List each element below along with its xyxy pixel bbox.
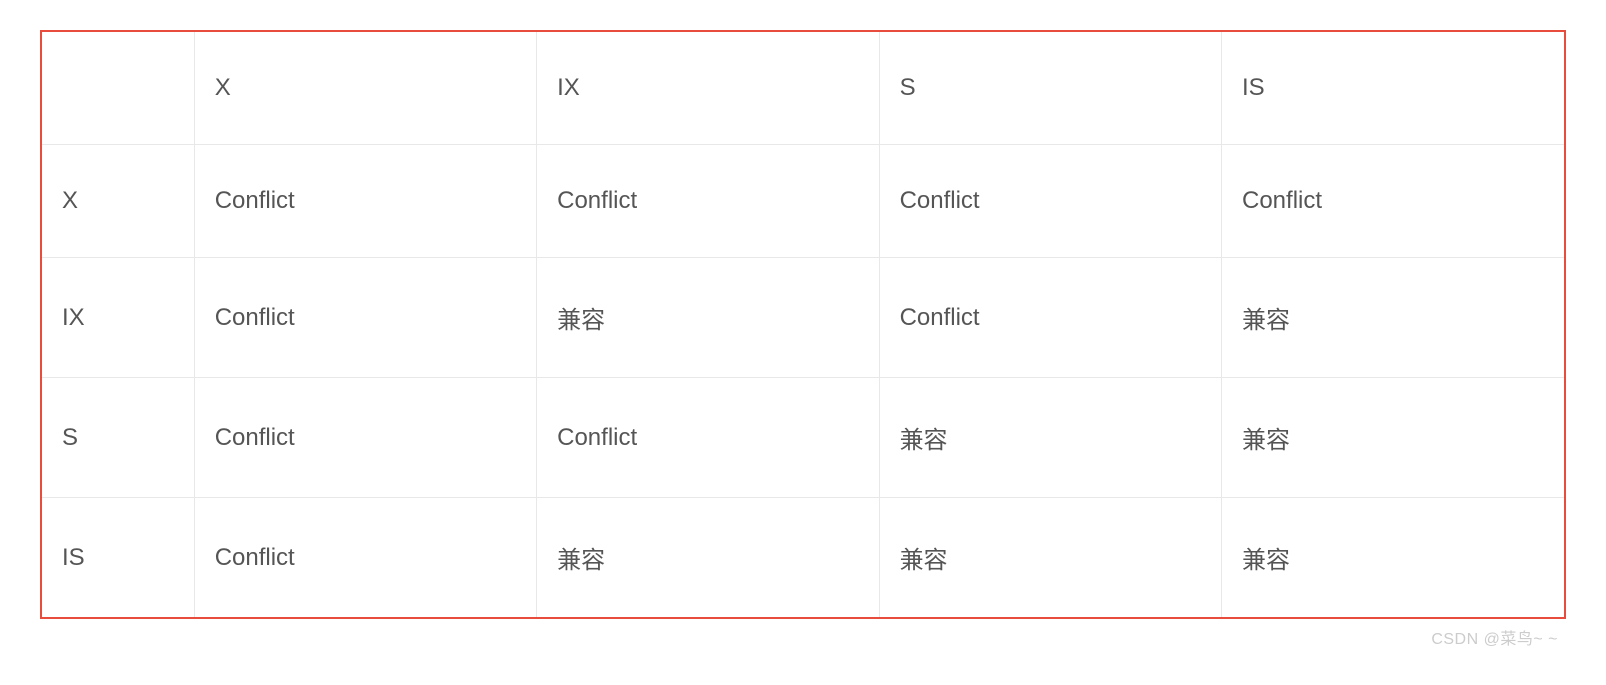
cell: Conflict: [879, 258, 1221, 378]
cell: 兼容: [879, 498, 1221, 618]
row-label-x: X: [42, 145, 194, 258]
table-row: IX Conflict 兼容 Conflict 兼容: [42, 258, 1564, 378]
table-row: X Conflict Conflict Conflict Conflict: [42, 145, 1564, 258]
table-row: S Conflict Conflict 兼容 兼容: [42, 378, 1564, 498]
cell: Conflict: [194, 378, 536, 498]
header-x: X: [194, 32, 536, 145]
row-label-ix: IX: [42, 258, 194, 378]
cell: 兼容: [537, 498, 879, 618]
cell: 兼容: [879, 378, 1221, 498]
header-s: S: [879, 32, 1221, 145]
cell: Conflict: [194, 498, 536, 618]
lock-compatibility-table-container: X IX S IS X Conflict Conflict Conflict C…: [40, 30, 1566, 619]
cell: Conflict: [1222, 145, 1565, 258]
cell: Conflict: [537, 378, 879, 498]
cell: 兼容: [537, 258, 879, 378]
header-is: IS: [1222, 32, 1565, 145]
cell: 兼容: [1222, 498, 1565, 618]
header-blank: [42, 32, 194, 145]
header-ix: IX: [537, 32, 879, 145]
row-label-is: IS: [42, 498, 194, 618]
table-header-row: X IX S IS: [42, 32, 1564, 145]
table-row: IS Conflict 兼容 兼容 兼容: [42, 498, 1564, 618]
cell: Conflict: [537, 145, 879, 258]
watermark-text: CSDN @菜鸟~ ~: [40, 625, 1566, 649]
cell: Conflict: [879, 145, 1221, 258]
row-label-s: S: [42, 378, 194, 498]
cell: 兼容: [1222, 378, 1565, 498]
cell: Conflict: [194, 258, 536, 378]
lock-compatibility-table: X IX S IS X Conflict Conflict Conflict C…: [42, 32, 1564, 617]
cell: 兼容: [1222, 258, 1565, 378]
cell: Conflict: [194, 145, 536, 258]
